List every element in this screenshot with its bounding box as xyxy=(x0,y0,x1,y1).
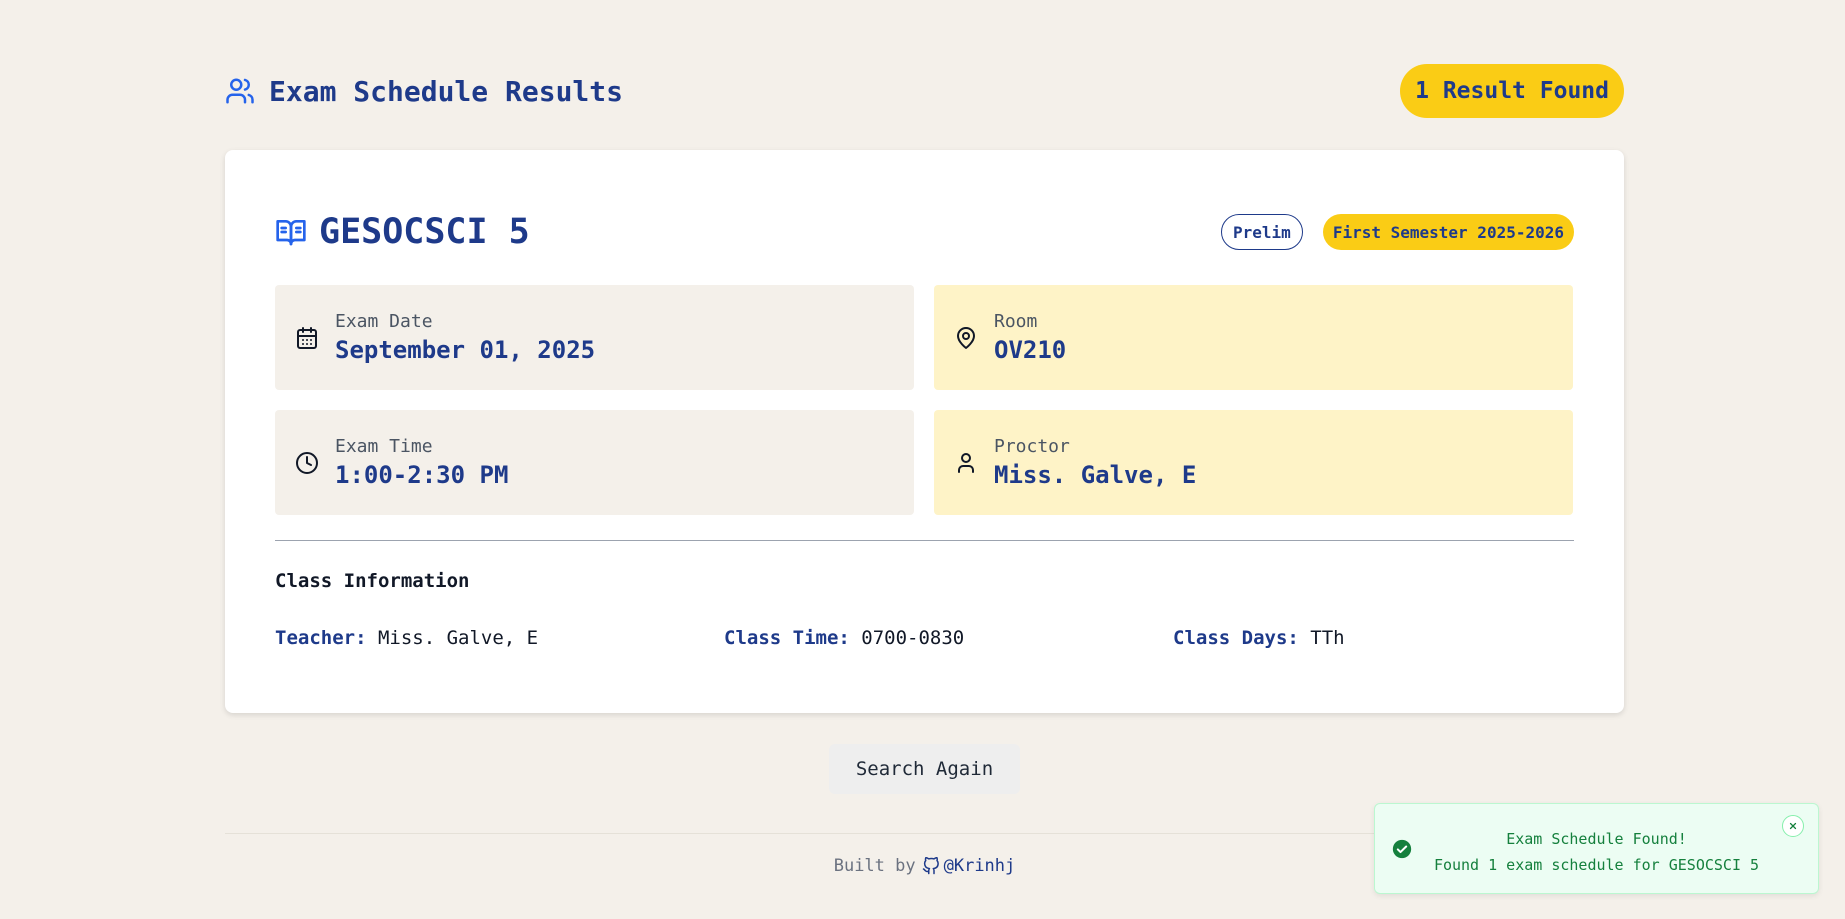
room-label: Room xyxy=(994,311,1038,332)
class-days-info: Class Days: TTh xyxy=(1173,627,1345,649)
success-toast: Exam Schedule Found! Found 1 exam schedu… xyxy=(1374,803,1819,894)
exam-time-label: Exam Time xyxy=(335,436,433,457)
course-header: GESOCSCI 5 Prelim First Semester 2025-20… xyxy=(275,212,1574,252)
book-open-icon xyxy=(275,216,307,248)
course-title-group: GESOCSCI 5 xyxy=(275,212,530,252)
toast-message: Found 1 exam schedule for GESOCSCI 5 xyxy=(1433,856,1760,874)
room-box: Room OV210 xyxy=(934,285,1573,390)
semester-badge: First Semester 2025-2026 xyxy=(1322,214,1574,250)
teacher-value: Miss. Galve, E xyxy=(377,627,539,649)
class-days-label: Class Days: xyxy=(1173,627,1299,649)
exam-type-badge: Prelim xyxy=(1221,214,1303,250)
map-pin-icon xyxy=(954,326,978,350)
proctor-text: Proctor Miss. Galve, E xyxy=(994,436,1196,489)
result-count-badge: 1 Result Found xyxy=(1400,64,1624,118)
teacher-info: Teacher: Miss. Galve, E xyxy=(275,627,538,649)
calendar-icon xyxy=(295,326,319,350)
toast-close-button[interactable] xyxy=(1782,815,1804,837)
room-text: Room OV210 xyxy=(994,311,1066,364)
header-title-group: Exam Schedule Results xyxy=(225,75,623,108)
exam-time-box: Exam Time 1:00-2:30 PM xyxy=(275,410,914,515)
proctor-value: Miss. Galve, E xyxy=(994,461,1197,489)
class-time-value: 0700-0830 xyxy=(861,627,965,649)
room-value: OV210 xyxy=(994,336,1067,364)
course-badges: Prelim First Semester 2025-2026 xyxy=(1221,214,1574,250)
section-divider xyxy=(275,540,1574,541)
users-icon xyxy=(225,76,255,106)
exam-time-value: 1:00-2:30 PM xyxy=(335,461,509,489)
class-time-label: Class Time: xyxy=(724,627,850,649)
clock-icon xyxy=(295,451,319,475)
toast-title: Exam Schedule Found! xyxy=(1506,830,1687,848)
class-days-value: TTh xyxy=(1310,627,1345,649)
proctor-box: Proctor Miss. Galve, E xyxy=(934,410,1573,515)
exam-schedule-card: GESOCSCI 5 Prelim First Semester 2025-20… xyxy=(225,150,1624,713)
proctor-label: Proctor xyxy=(994,436,1070,457)
exam-date-value: September 01, 2025 xyxy=(335,336,596,364)
results-header: Exam Schedule Results 1 Result Found xyxy=(225,64,1624,118)
exam-date-label: Exam Date xyxy=(335,311,433,332)
author-link[interactable]: @Krinhj xyxy=(922,856,1016,876)
class-time-info: Class Time: 0700-0830 xyxy=(724,627,964,649)
class-information-row: Teacher: Miss. Galve, E Class Time: 0700… xyxy=(275,627,1574,653)
author-handle: @Krinhj xyxy=(943,856,1016,876)
course-code: GESOCSCI 5 xyxy=(319,212,530,252)
exam-time-text: Exam Time 1:00-2:30 PM xyxy=(335,436,508,489)
github-icon xyxy=(922,857,940,875)
user-icon xyxy=(954,451,978,475)
exam-date-text: Exam Date September 01, 2025 xyxy=(335,311,595,364)
teacher-label: Teacher: xyxy=(275,627,367,649)
search-again-button[interactable]: Search Again xyxy=(829,744,1020,794)
class-information-heading: Class Information xyxy=(275,570,470,592)
page-title: Exam Schedule Results xyxy=(269,74,624,108)
toast-text: Exam Schedule Found! Found 1 exam schedu… xyxy=(1405,826,1788,878)
close-icon xyxy=(1788,821,1798,831)
built-by-text: Built by xyxy=(833,856,916,876)
exam-date-box: Exam Date September 01, 2025 xyxy=(275,285,914,390)
